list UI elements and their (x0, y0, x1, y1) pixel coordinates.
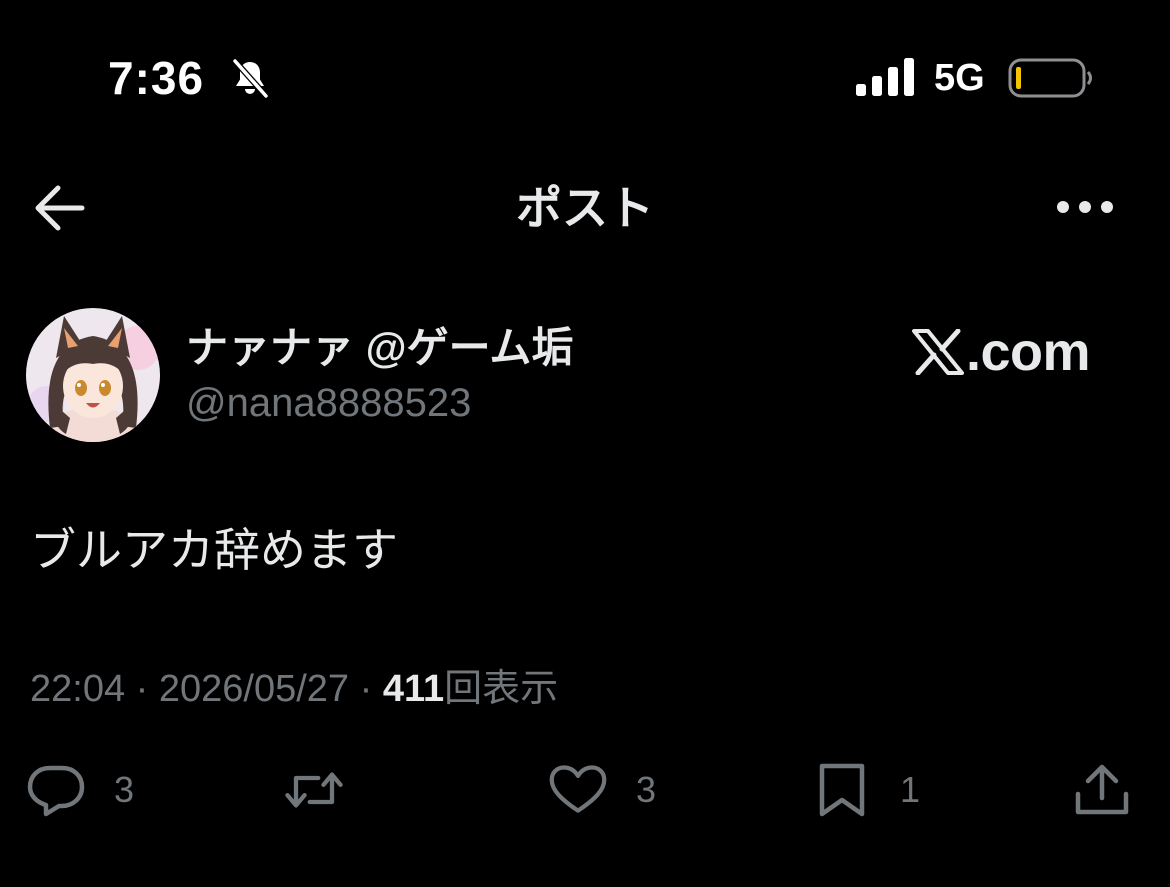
repost-button[interactable] (284, 762, 372, 818)
network-type: 5G (934, 57, 985, 99)
bookmark-button[interactable]: 1 (812, 762, 920, 818)
share-icon (1075, 764, 1129, 815)
post-date: 2026/05/27 (158, 668, 350, 710)
watermark-text: .com (966, 322, 1091, 382)
post-time: 22:04 (30, 668, 126, 710)
author-handle[interactable]: @nana8888523 (186, 378, 471, 428)
x-logo-icon (912, 329, 964, 375)
reply-button[interactable]: 3 (26, 762, 134, 818)
reply-icon (27, 765, 85, 817)
view-count[interactable]: 411 (383, 668, 444, 710)
meta-separator: · (125, 668, 159, 710)
bookmark-count: 1 (900, 769, 921, 810)
view-label: 回表示 (444, 668, 559, 710)
post-text: ブルアカ辞めます (30, 524, 398, 576)
author-display-name[interactable]: ナァナァ @ゲーム垢 (186, 322, 573, 374)
bookmark-icon (819, 763, 865, 817)
heart-icon (549, 765, 607, 813)
battery-icon (1008, 58, 1092, 98)
like-count: 3 (636, 769, 657, 810)
x-com-watermark: .com (912, 322, 1091, 382)
avatar[interactable] (26, 308, 160, 442)
repost-icon (285, 772, 343, 808)
status-time: 7:36 (108, 52, 205, 104)
post-meta: 22:04 · 2026/05/27 · 411回表示 (30, 666, 558, 712)
page-title: ポスト (516, 182, 654, 234)
reply-count: 3 (114, 769, 135, 810)
share-button[interactable] (1072, 762, 1132, 818)
meta-separator: · (349, 668, 383, 710)
signal-icon (856, 58, 914, 96)
bell-slash-icon (232, 59, 269, 98)
like-button[interactable]: 3 (548, 762, 656, 818)
more-icon[interactable] (1052, 190, 1118, 224)
